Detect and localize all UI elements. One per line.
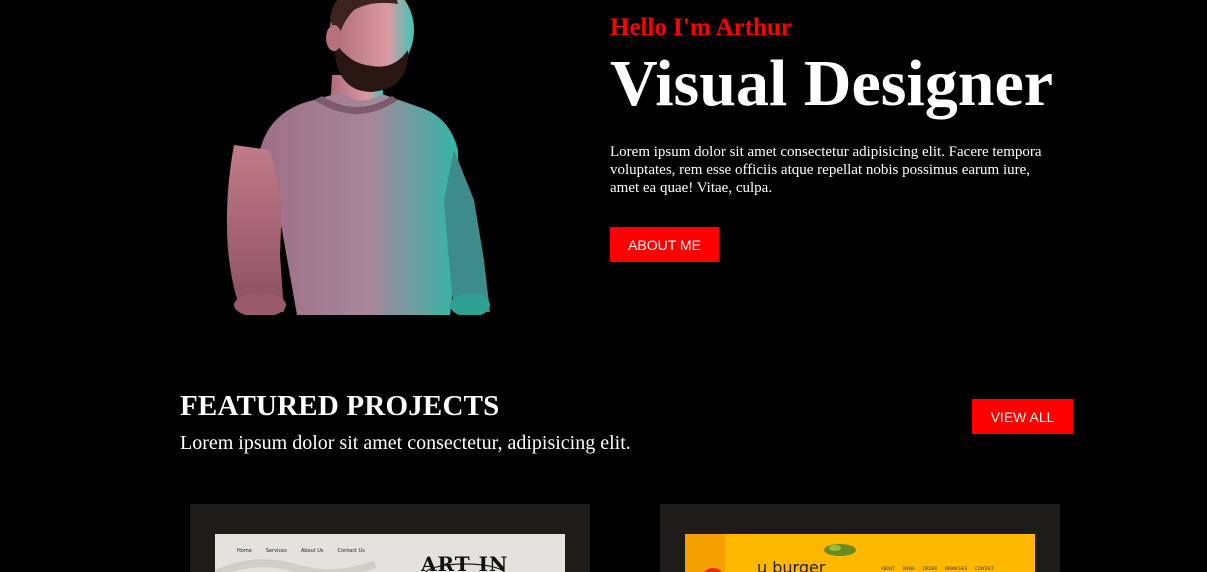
hero-portrait-image xyxy=(222,0,492,315)
project-2-nav-item: CONTACT xyxy=(975,566,995,571)
hero-greeting: Hello I'm Arthur xyxy=(610,14,792,41)
project-2-nav-item: ORDER xyxy=(922,566,938,571)
project-2-nav-item: BRANCHES xyxy=(945,566,968,571)
project-2-nav-item: MENU xyxy=(902,566,915,571)
about-me-button[interactable]: ABOUT ME xyxy=(610,227,719,262)
project-2-nav: ABOUT MENU ORDER BRANCHES CONTACT xyxy=(881,566,994,571)
project-thumbnail-2[interactable]: u burger ABOUT MENU ORDER BRANCHES CONTA… xyxy=(685,534,1035,572)
featured-projects-title: FEATURED PROJECTS xyxy=(180,390,500,422)
project-1-nav-item: Home xyxy=(237,548,252,554)
project-1-nav-item: Services xyxy=(265,548,287,554)
view-all-button[interactable]: VIEW ALL xyxy=(972,399,1073,434)
project-1-nav-item: Contact Us xyxy=(337,548,365,554)
project-card-1[interactable]: Home Services About Us Contact Us ART IN xyxy=(190,504,590,572)
hero-description: Lorem ipsum dolor sit amet consectetur a… xyxy=(610,144,1042,196)
hero-text-block: Hello I'm Arthur Visual Designer Lorem i… xyxy=(610,12,1080,196)
project-2-logo: u burger xyxy=(757,558,826,572)
project-1-nav: Home Services About Us Contact Us xyxy=(237,548,365,554)
project-card-2[interactable]: u burger ABOUT MENU ORDER BRANCHES CONTA… xyxy=(660,504,1060,572)
page: Hello I'm Arthur Visual Designer Lorem i… xyxy=(0,0,1207,572)
featured-projects-subtitle: Lorem ipsum dolor sit amet consectetur, … xyxy=(180,432,631,454)
project-2-nav-item: ABOUT xyxy=(881,566,895,571)
hero-title: Visual Designer xyxy=(610,47,1054,120)
project-1-headline: ART IN xyxy=(421,552,509,572)
project-thumbnail-1[interactable]: Home Services About Us Contact Us ART IN xyxy=(215,534,565,572)
project-1-nav-item: About Us xyxy=(300,548,324,554)
